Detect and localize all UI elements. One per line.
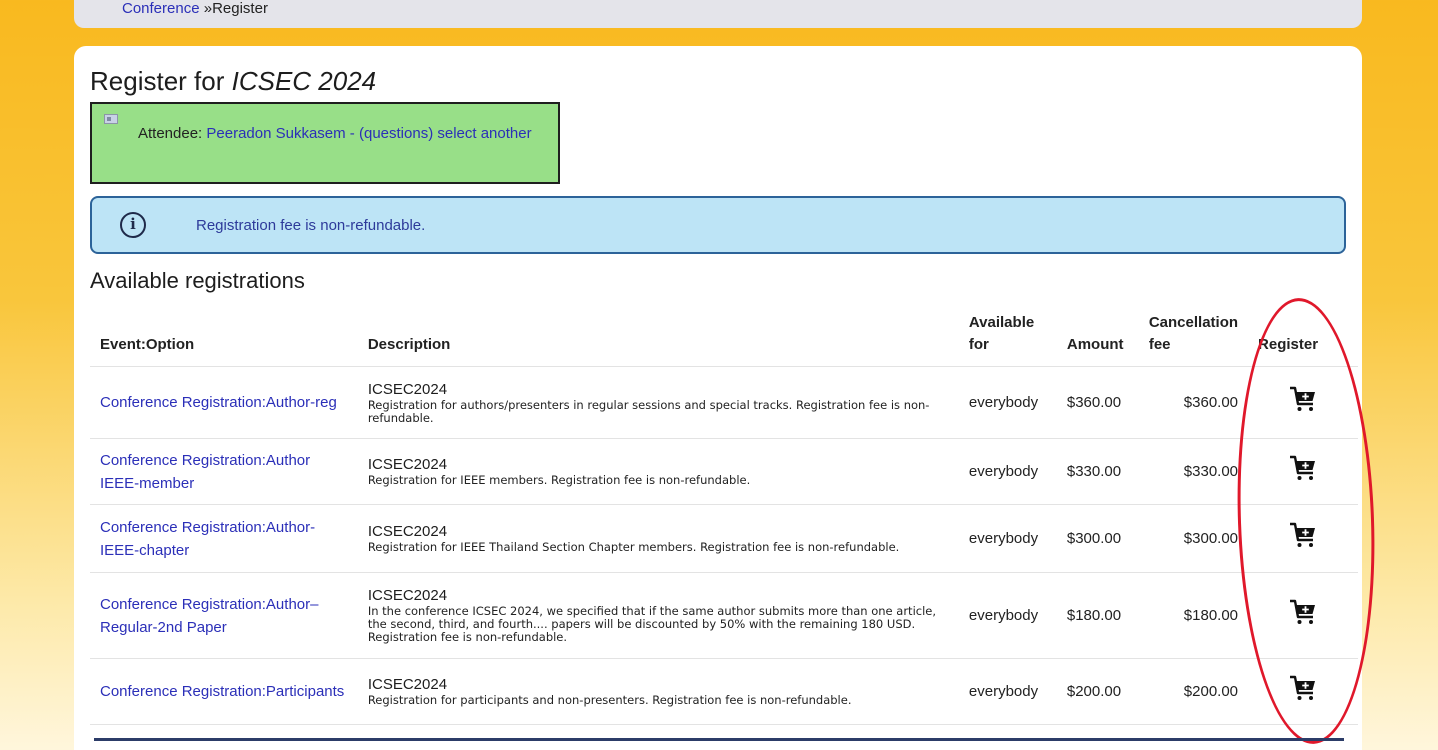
event-option-link[interactable]: Conference Registration:Author-IEEE-chap… [100, 519, 315, 559]
amount-cell: $300.00 [1056, 504, 1139, 573]
description-text: In the conference ICSEC 2024, we specifi… [367, 604, 937, 644]
event-option-link[interactable]: Conference Registration:Author-reg [100, 394, 337, 411]
add-to-cart-icon[interactable] [1288, 384, 1318, 414]
registrations-table: Event:Option Description Available for A… [90, 304, 1358, 725]
notice-text: Registration fee is non-refundable. [196, 217, 426, 234]
attendee-questions-link[interactable]: (questions) [359, 125, 433, 142]
available-for-cell: everybody [958, 366, 1057, 439]
amount-cell: $180.00 [1056, 572, 1139, 659]
header-cancellation-fee: Cancellation fee [1138, 304, 1249, 367]
breadcrumb-conference-link[interactable]: Conference [122, 0, 200, 17]
id-card-icon [104, 114, 118, 124]
page-title-event: ICSEC 2024 [231, 66, 377, 96]
available-for-cell: everybody [958, 438, 1057, 505]
select-another-link[interactable]: select another [437, 125, 531, 142]
add-to-cart-icon[interactable] [1288, 520, 1318, 550]
table-row: Conference Registration:Author IEEE-memb… [90, 438, 1358, 505]
amount-cell: $330.00 [1056, 438, 1139, 505]
attendee-name-link[interactable]: Peeradon Sukkasem [206, 125, 345, 142]
amount-cell: $360.00 [1056, 366, 1139, 439]
header-available-for: Available for [958, 304, 1057, 367]
cancellation-fee-cell: $360.00 [1138, 366, 1249, 439]
main-card: Register for ICSEC 2024 Attendee: Peerad… [74, 46, 1362, 750]
cancellation-fee-cell: $300.00 [1138, 504, 1249, 573]
add-to-cart-icon[interactable] [1288, 453, 1318, 483]
available-for-cell: everybody [958, 658, 1057, 725]
description-text: Registration for IEEE members. Registrat… [367, 473, 751, 487]
header-amount: Amount [1056, 304, 1139, 367]
page-bottom-divider [94, 738, 1344, 741]
add-to-cart-icon[interactable] [1288, 597, 1318, 627]
attendee-label: Attendee: [138, 125, 207, 142]
header-register: Register [1248, 304, 1358, 367]
header-description: Description [357, 304, 959, 367]
attendee-dash: - [345, 125, 359, 142]
amount-cell: $200.00 [1056, 658, 1139, 725]
header-event-option: Event:Option [90, 304, 358, 367]
description-title: ICSEC2024 [367, 676, 448, 693]
event-option-link[interactable]: Conference Registration:Participants [100, 683, 344, 700]
table-row: Conference Registration:Author–Regular-2… [90, 572, 1358, 659]
breadcrumb: Conference »Register [74, 0, 1362, 28]
description-title: ICSEC2024 [367, 456, 448, 473]
breadcrumb-current: Register [212, 0, 268, 17]
description-text: Registration for participants and non-pr… [367, 693, 852, 707]
attendee-box: Attendee: Peeradon Sukkasem - (questions… [90, 102, 560, 184]
info-icon: i [120, 212, 146, 238]
cancellation-fee-cell: $330.00 [1138, 438, 1249, 505]
cancellation-fee-cell: $200.00 [1138, 658, 1249, 725]
page-title-prefix: Register for [90, 66, 232, 96]
description-text: Registration for authors/presenters in r… [367, 397, 930, 425]
add-to-cart-icon[interactable] [1288, 673, 1318, 703]
breadcrumb-separator: » [199, 0, 213, 17]
description-text: Registration for IEEE Thailand Section C… [367, 540, 900, 554]
available-for-cell: everybody [958, 504, 1057, 573]
description-title: ICSEC2024 [367, 380, 448, 398]
cancellation-fee-cell: $180.00 [1138, 572, 1249, 659]
section-title: Available registrations [90, 268, 305, 293]
description-title: ICSEC2024 [367, 587, 448, 604]
event-option-link[interactable]: Conference Registration:Author–Regular-2… [100, 596, 318, 636]
notice-banner: i Registration fee is non-refundable. [90, 196, 1346, 254]
table-row: Conference Registration:Author-reg ICSEC… [90, 366, 1358, 439]
table-row: Conference Registration:Participants ICS… [90, 658, 1358, 725]
page-title: Register for ICSEC 2024 [90, 66, 376, 97]
event-option-link[interactable]: Conference Registration:Author IEEE-memb… [100, 452, 310, 492]
available-for-cell: everybody [958, 572, 1057, 659]
table-row: Conference Registration:Author-IEEE-chap… [90, 504, 1358, 573]
table-header-row: Event:Option Description Available for A… [90, 304, 1358, 367]
description-title: ICSEC2024 [367, 523, 448, 540]
